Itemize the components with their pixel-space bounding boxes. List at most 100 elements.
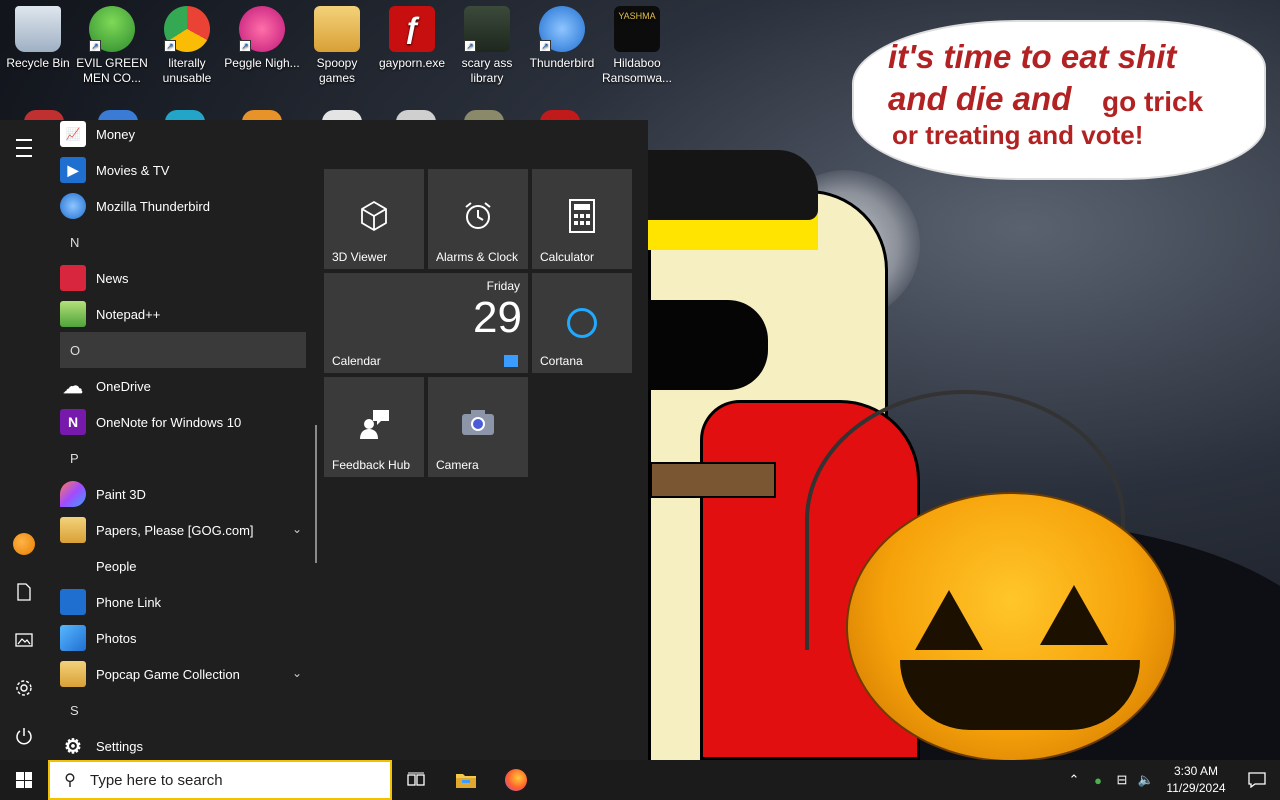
task-view-button[interactable] <box>392 760 440 800</box>
notification-center-button[interactable] <box>1234 760 1280 800</box>
desktop-icon-thunderbird[interactable]: ↗ Thunderbird <box>524 4 600 71</box>
money-icon: 📈 <box>60 121 86 147</box>
desktop-icon-label: scary ass library <box>461 56 513 85</box>
app-list-item-popcap[interactable]: Popcap Game Collection ⌄ <box>60 656 306 692</box>
volume-icon[interactable]: 🔈 <box>1134 772 1158 788</box>
recycle-bin-icon <box>15 6 61 52</box>
app-list-scrollbar[interactable] <box>315 425 317 563</box>
desktop-icon-spoopy-games[interactable]: Spoopy games <box>299 4 375 86</box>
desktop-icon-chrome[interactable]: ↗ literally unusable <box>149 4 225 86</box>
taskbar-search-box[interactable]: ⚲ <box>48 760 392 800</box>
system-tray: ⌃ ● ⊟ 🔈 3:30 AM 11/29/2024 <box>1062 760 1280 800</box>
tile-alarms-clock[interactable]: Alarms & Clock <box>428 169 528 269</box>
tile-3d-viewer[interactable]: 3D Viewer <box>324 169 424 269</box>
app-list-item-onedrive[interactable]: ☁ OneDrive <box>60 368 306 404</box>
app-list-item-paint-3d[interactable]: Paint 3D <box>60 476 306 512</box>
app-label: Mozilla Thunderbird <box>96 198 210 214</box>
desktop-icon-label: EVIL GREEN MEN CO... <box>76 56 148 85</box>
app-label: Papers, Please [GOG.com] <box>96 522 254 538</box>
app-label: Money <box>96 126 136 142</box>
letter-header-p[interactable]: P <box>60 440 306 476</box>
app-list-item-phone-link[interactable]: Phone Link <box>60 584 306 620</box>
tile-camera[interactable]: Camera <box>428 377 528 477</box>
photos-icon <box>60 625 86 651</box>
desktop-icon-evil-green-men[interactable]: ↗ EVIL GREEN MEN CO... <box>74 4 150 86</box>
pumpkin-eye <box>915 590 983 650</box>
speech-line: and die and <box>888 80 1072 117</box>
search-icon: ⚲ <box>64 772 76 789</box>
tile-feedback-hub[interactable]: Feedback Hub <box>324 377 424 477</box>
app-list-item-people[interactable]: People <box>60 548 306 584</box>
people-icon <box>60 553 86 579</box>
user-account-button[interactable] <box>0 524 48 564</box>
speech-line: or treating and vote! <box>892 120 1144 150</box>
hamburger-menu-button[interactable] <box>0 128 48 168</box>
power-button[interactable] <box>0 716 48 756</box>
chevron-down-icon[interactable]: ⌄ <box>292 666 302 680</box>
thunderbird-icon <box>60 193 86 219</box>
app-list-item-movies-tv[interactable]: ▶ Movies & TV <box>60 152 306 188</box>
pictures-button[interactable] <box>0 620 48 660</box>
news-icon <box>60 265 86 291</box>
avatar <box>13 533 35 555</box>
chevron-up-icon[interactable]: ⌃ <box>1062 772 1086 788</box>
taskbar-firefox[interactable] <box>492 760 540 800</box>
tile-label: Calendar <box>332 354 381 368</box>
tile-calculator[interactable]: Calculator <box>532 169 632 269</box>
tile-calendar[interactable]: Friday 29 Calendar <box>324 273 528 373</box>
app-list-item-photos[interactable]: Photos <box>60 620 306 656</box>
evil-green-men-icon: ↗ <box>89 6 135 52</box>
speech-bubble: it's time to eat shit and die and go tri… <box>852 20 1266 180</box>
desktop-icon-hildaboo[interactable]: YASHMA Hildaboo Ransomwa... <box>599 4 675 86</box>
letter-header-n[interactable]: N <box>60 224 306 260</box>
app-list-item-onenote[interactable]: N OneNote for Windows 10 <box>60 404 306 440</box>
search-input[interactable] <box>90 771 370 789</box>
folder-icon <box>60 517 86 543</box>
app-label: People <box>96 558 137 574</box>
app-list-item-papers-please[interactable]: Papers, Please [GOG.com] ⌄ <box>60 512 306 548</box>
start-button[interactable] <box>0 760 48 800</box>
app-label: Phone Link <box>96 594 162 610</box>
desktop-icon-gayporn-exe[interactable]: ƒ gayporn.exe <box>374 4 450 71</box>
cortana-icon <box>567 308 597 338</box>
pumpkin-mouth <box>900 660 1140 730</box>
desktop-icon-recycle-bin[interactable]: Recycle Bin <box>0 4 76 71</box>
chevron-down-icon[interactable]: ⌄ <box>292 522 302 536</box>
app-list-item-thunderbird[interactable]: Mozilla Thunderbird <box>60 188 306 224</box>
onedrive-icon: ☁ <box>63 375 83 398</box>
letter-header-s[interactable]: S <box>60 692 306 728</box>
settings-button[interactable] <box>0 668 48 708</box>
letter-label: S <box>70 702 79 718</box>
firefox-icon <box>505 769 527 791</box>
desktop-icon-label: Spoopy games <box>316 56 358 85</box>
start-rail <box>0 120 48 760</box>
app-list-item-money[interactable]: 📈 Money <box>60 120 306 152</box>
app-label: Popcap Game Collection <box>96 666 240 682</box>
user-status-icon[interactable]: ● <box>1086 773 1110 788</box>
app-label: Movies & TV <box>96 162 170 178</box>
taskbar-file-explorer[interactable] <box>442 760 490 800</box>
network-icon[interactable]: ⊟ <box>1110 772 1134 788</box>
desktop-icon-peggle[interactable]: ↗ Peggle Nigh... <box>224 4 300 71</box>
movies-tv-icon: ▶ <box>60 157 86 183</box>
app-list-item-news[interactable]: News <box>60 260 306 296</box>
app-list-item-settings[interactable]: ⚙ Settings <box>60 728 306 760</box>
app-list-item-notepadpp[interactable]: Notepad++ <box>60 296 306 332</box>
app-list: 📈 Money ▶ Movies & TV Mozilla Thunderbir… <box>48 120 318 760</box>
cartoon-hat <box>648 150 818 220</box>
calculator-icon <box>569 199 595 233</box>
camera-icon <box>462 410 494 435</box>
speech-line: go trick <box>1102 86 1204 117</box>
tile-label: Calculator <box>540 250 595 264</box>
tile-label: Cortana <box>540 354 583 368</box>
clock-time: 3:30 AM <box>1173 764 1219 778</box>
documents-button[interactable] <box>0 572 48 612</box>
task-view-icon <box>407 772 425 786</box>
letter-header-o[interactable]: O <box>60 332 306 368</box>
tile-cortana[interactable]: Cortana <box>532 273 632 373</box>
system-clock[interactable]: 3:30 AM 11/29/2024 <box>1158 763 1234 797</box>
desktop-icon-scary-ass-library[interactable]: ↗ scary ass library <box>449 4 525 86</box>
onenote-icon: N <box>60 409 86 435</box>
tile-label: Feedback Hub <box>332 458 411 472</box>
app-label: Notepad++ <box>96 306 161 322</box>
